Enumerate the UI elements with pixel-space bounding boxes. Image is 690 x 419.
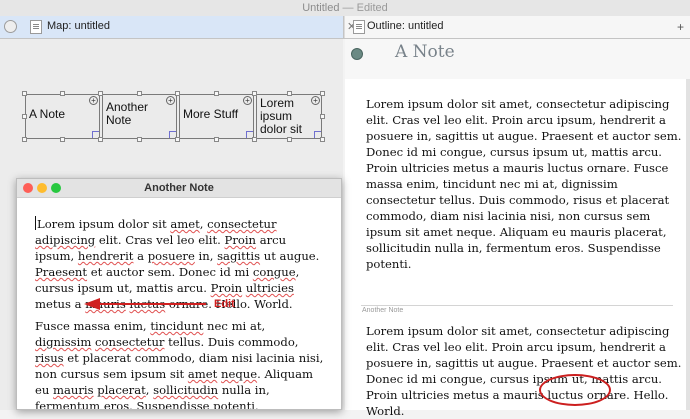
text-run: et auctor sem. Donec id mi [87, 265, 253, 279]
note-dot-icon [351, 48, 363, 60]
misspelled-word: placerat [97, 383, 146, 397]
selection-handle[interactable] [214, 91, 219, 96]
selection-handle[interactable] [137, 91, 142, 96]
note-window-titlebar: Another Note [17, 179, 341, 198]
scrollbar[interactable] [686, 79, 690, 410]
misspelled-word: amet [187, 367, 218, 381]
selection-handle[interactable] [214, 137, 219, 142]
tab-map[interactable]: Map: untitled [0, 16, 344, 38]
selection-handle[interactable] [252, 137, 257, 142]
note-window[interactable]: Another Note Lorem ipsum dolor sit amet,… [16, 178, 342, 410]
selection-handle[interactable] [320, 91, 325, 96]
selection-handle[interactable] [320, 137, 325, 142]
tab-outline[interactable]: ✕ Outline: untitled + [345, 16, 690, 38]
text-run: a [133, 249, 148, 263]
misspelled-word: posuere [147, 249, 195, 263]
misspelled-word: consectetur [207, 217, 277, 231]
add-tab-icon[interactable]: + [677, 20, 684, 34]
outline-subheading: Another Note [362, 307, 404, 314]
document-icon [30, 20, 42, 34]
selection-handle[interactable] [287, 91, 292, 96]
edit-annotation: Edit [214, 298, 235, 310]
circle-icon[interactable] [4, 20, 17, 33]
selection-handle[interactable] [137, 137, 142, 142]
selection-handle[interactable] [175, 91, 180, 96]
selection-handle[interactable] [98, 137, 103, 142]
misspelled-word: Proin [210, 281, 243, 295]
edit-arrow-icon [84, 298, 206, 310]
document-icon [353, 20, 365, 34]
selection-handle[interactable] [287, 137, 292, 142]
selection-handle[interactable] [320, 114, 325, 119]
outline-note-text[interactable]: Lorem ipsum dolor sit amet, consectetur … [366, 96, 688, 272]
outline-pane[interactable]: A Note Lorem ipsum dolor sit amet, conse… [345, 39, 690, 418]
misspelled-word: amet [170, 217, 200, 231]
selection-handle[interactable] [60, 91, 65, 96]
paragraph-text: Fusce massa enim, tincidunt nec mi at, d… [35, 319, 323, 409]
selection-handle[interactable] [22, 137, 27, 142]
text-caret [35, 216, 36, 230]
misspelled-word: congue [252, 265, 296, 279]
text-run: nec mi at, [203, 319, 266, 333]
selection-handle[interactable] [175, 137, 180, 142]
map-node[interactable]: Lorem ipsum dolor sit + [256, 94, 322, 139]
note-window-title: Another Note [144, 182, 214, 194]
zoom-icon[interactable] [51, 183, 61, 193]
add-child-icon[interactable]: + [311, 96, 320, 105]
outline-header: A Note [345, 39, 690, 79]
add-child-icon[interactable]: + [166, 96, 175, 105]
misspelled-word: ultricies [245, 281, 294, 295]
window-title: Untitled [302, 2, 340, 14]
misspelled-word: sagittis [217, 249, 261, 263]
selection-handle[interactable] [22, 114, 27, 119]
minimize-icon[interactable] [37, 183, 47, 193]
text-run: Fusce massa enim, [35, 319, 151, 333]
misspelled-word: consectetur [95, 335, 165, 349]
note-paragraph: Fusce massa enim, tincidunt nec mi at, d… [35, 318, 325, 409]
text-run: elit. Cras vel leo elit. [95, 233, 225, 247]
selection-handle[interactable] [60, 137, 65, 142]
misspelled-word: tincidunt [150, 319, 204, 333]
misspelled-word: risus [35, 351, 64, 365]
misspelled-word: adipiscing [35, 233, 96, 247]
text-run: tellus. Duis commodo, [164, 335, 299, 349]
text-run: Lorem ipsum dolor sit [37, 217, 171, 231]
text-run: ut augue. [260, 249, 320, 263]
add-child-icon[interactable]: + [243, 96, 252, 105]
window-titlebar: Untitled — Edited [0, 0, 690, 16]
misspelled-word: sollicitudin [153, 383, 219, 397]
highlight-ellipse [539, 374, 611, 406]
text-run: in, [194, 249, 218, 263]
tab-bar: Map: untitled ✕ Outline: untitled + [0, 16, 690, 39]
misspelled-word: dignissim [35, 335, 92, 349]
selection-handle[interactable] [98, 91, 103, 96]
misspelled-word: neque [221, 367, 258, 381]
selection-handle[interactable] [22, 91, 27, 96]
misspelled-word: Praesent [35, 265, 88, 279]
tab-map-label: Map: untitled [47, 20, 110, 32]
map-node-label: Lorem ipsum dolor sit [260, 96, 303, 136]
divider [361, 305, 673, 306]
map-node-label: A Note [29, 107, 66, 121]
close-icon[interactable] [23, 183, 33, 193]
selection-handle[interactable] [252, 91, 257, 96]
text-run: metus a [35, 297, 86, 311]
misspelled-word: mauris [53, 383, 94, 397]
outline-title[interactable]: A Note [395, 42, 455, 62]
add-child-icon[interactable]: + [89, 96, 98, 105]
window-status: — Edited [342, 2, 388, 14]
map-node[interactable]: More Stuff + [179, 94, 254, 139]
map-node[interactable]: A Note + [25, 94, 100, 139]
map-node-label: More Stuff [183, 107, 239, 121]
misspelled-word: hendrerit [77, 249, 134, 263]
map-node[interactable]: Another Note + [102, 94, 177, 139]
outline-note-text[interactable]: Lorem ipsum dolor sit amet, consectetur … [366, 323, 688, 419]
misspelled-word: Proin [224, 233, 257, 247]
tab-outline-label: Outline: untitled [367, 20, 444, 32]
map-node-label: Another Note [106, 100, 149, 127]
